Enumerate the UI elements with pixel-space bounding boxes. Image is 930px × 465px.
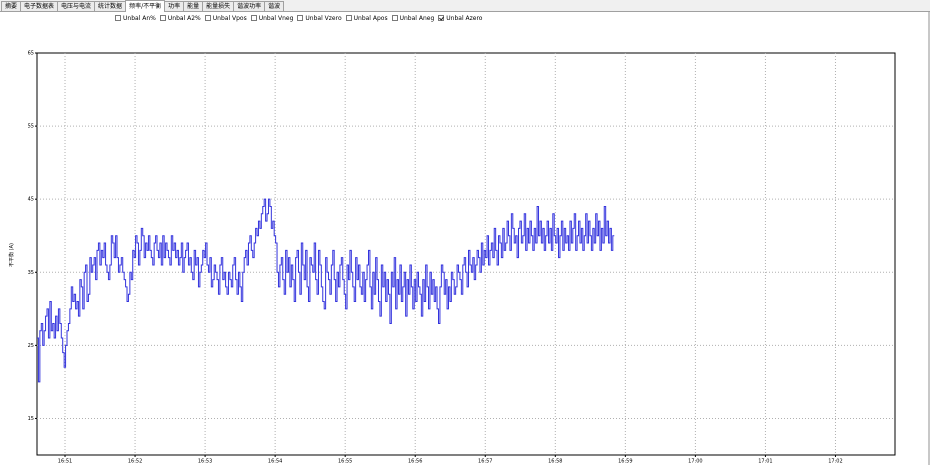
x-tick-label: 16:53 [198,459,212,465]
x-tick-label: 16:57 [478,459,492,465]
x-tick-label: 16:52 [128,459,142,465]
x-tick-label: 16:58 [548,459,562,465]
x-tick-label: 16:56 [408,459,422,465]
x-tick-label: 17:00 [688,459,702,465]
y-tick-label: 65 [28,51,34,57]
y-axis-ticks: 15 25 35 45 55 65 [28,51,37,422]
y-tick-label: 25 [28,343,34,349]
y-tick-label: 35 [28,270,34,276]
x-tick-label: 16:51 [58,459,72,465]
y-tick-label: 45 [28,197,34,203]
x-axis-ticks: 16:51 16:52 16:53 16:54 16:55 16:56 16:57 16:58… [58,455,843,465]
unbalance-chart: 152535455565 16:51 16:52 16:53 16:54 16:55 16… [8,51,896,465]
x-tick-label: 16:59 [618,459,632,465]
x-tick-label: 17:02 [828,459,842,465]
y-tick-label: 15 [28,416,34,422]
x-tick-label: 16:54 [268,459,282,465]
x-tick-label: 17:01 [758,459,772,465]
y-axis-label: 不平衡 (A) [8,243,15,267]
y-tick-label: 55 [28,124,34,130]
x-tick-label: 16:55 [338,459,352,465]
